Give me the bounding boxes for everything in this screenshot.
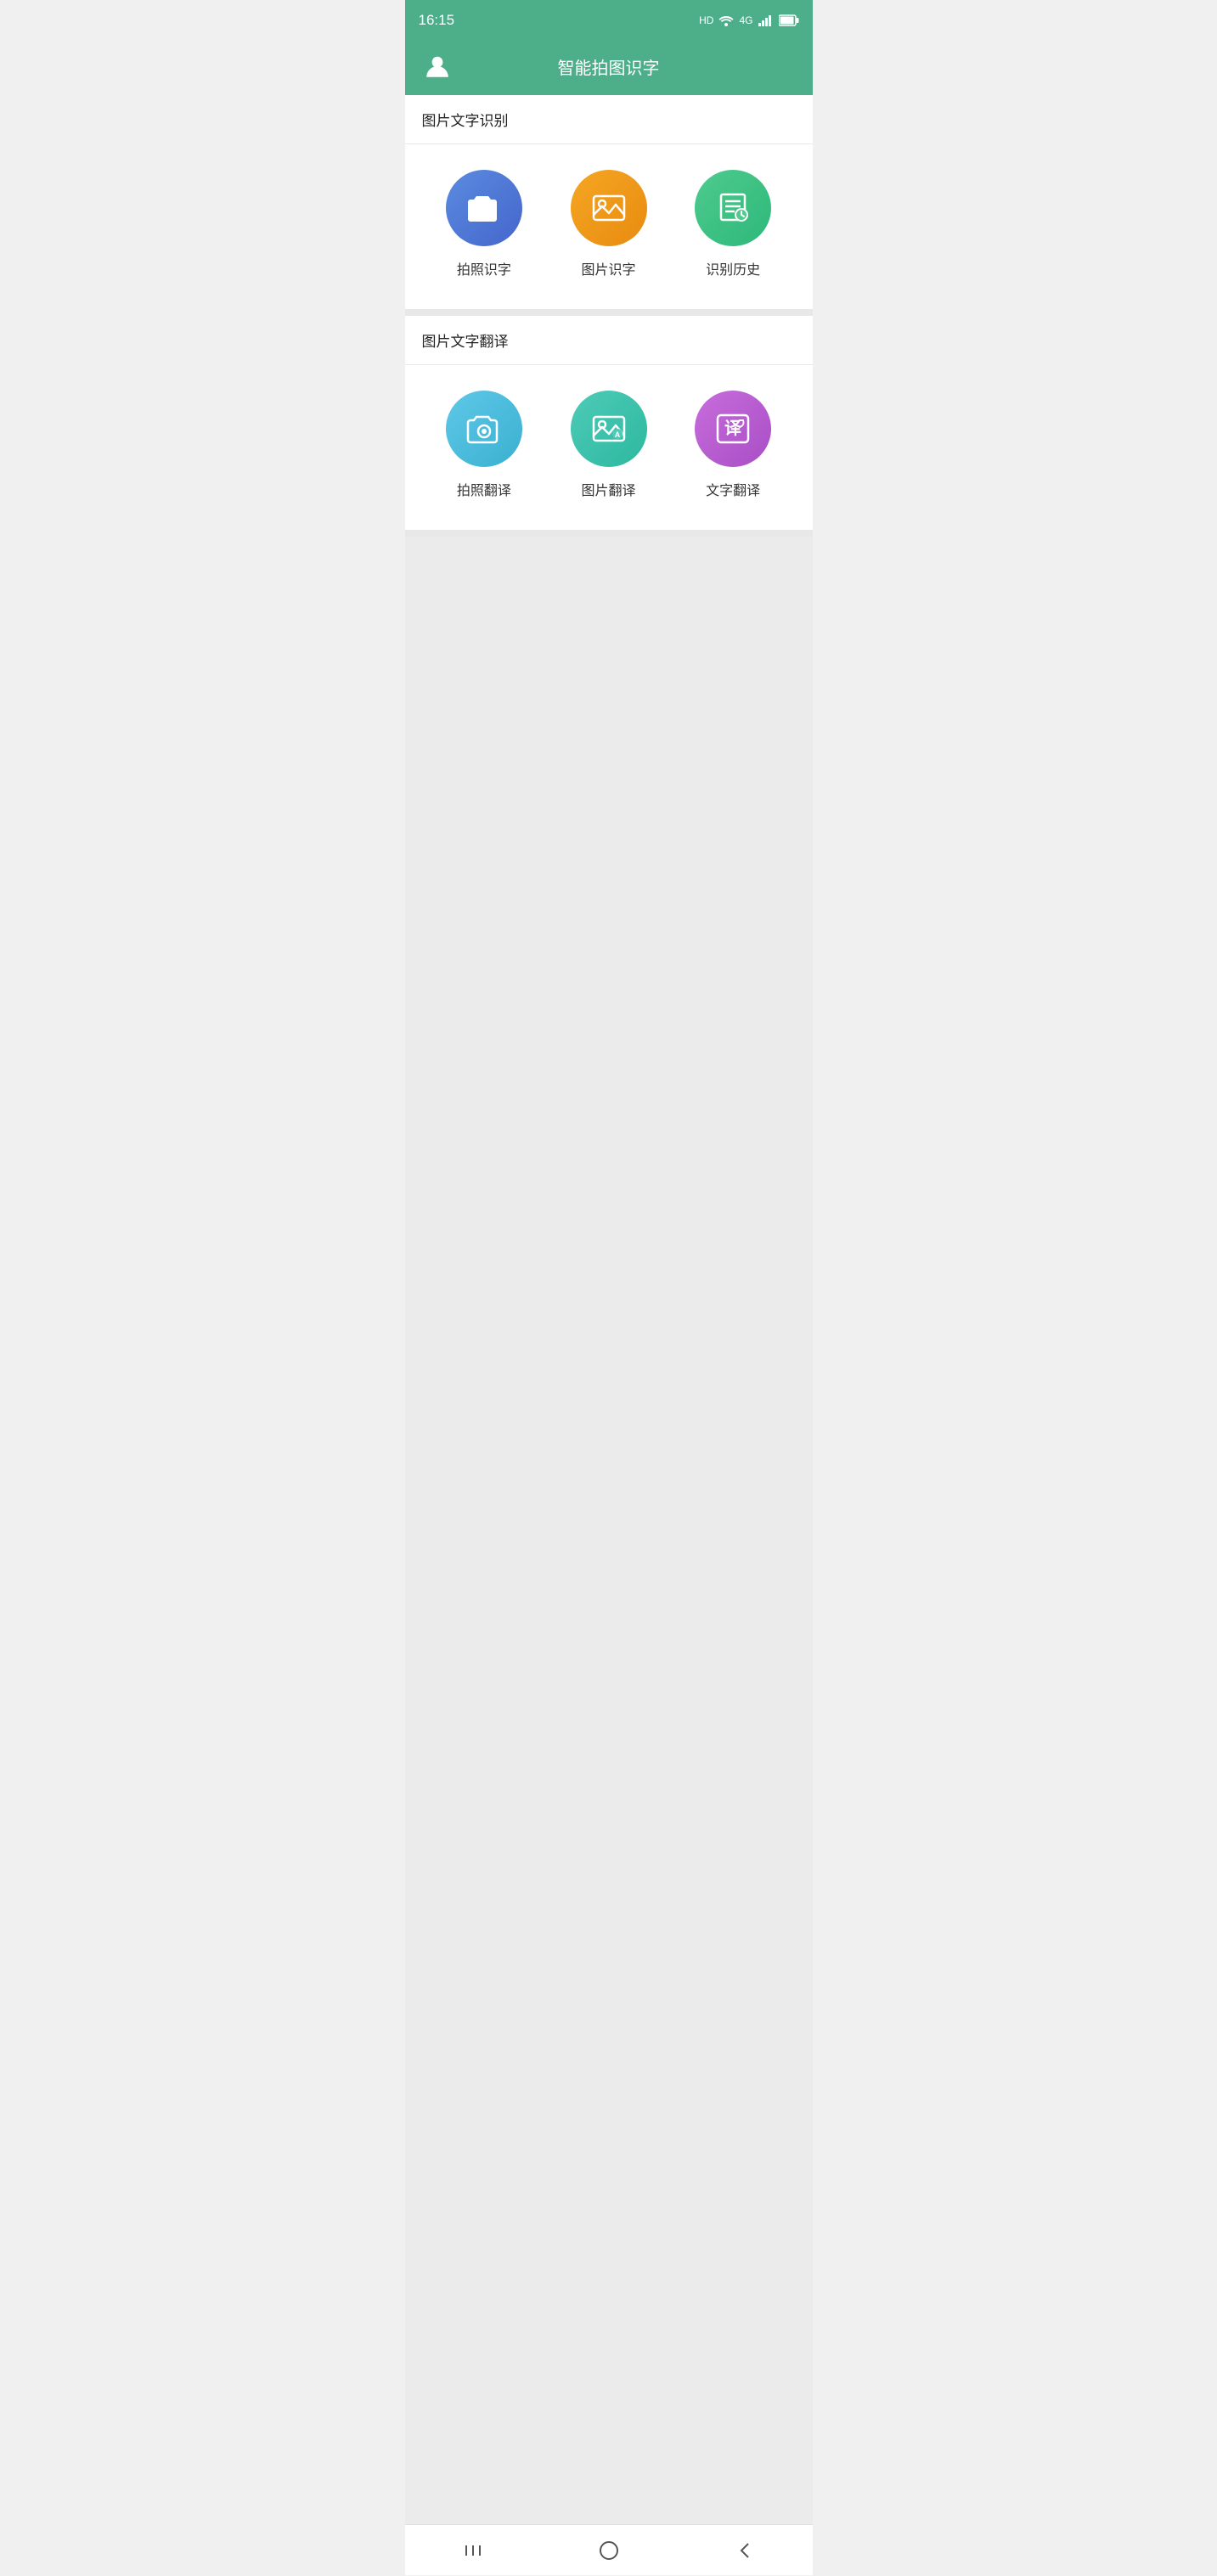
image-recognize-item[interactable]: 图片识字 [546, 170, 671, 278]
back-icon [733, 2539, 757, 2562]
text-translate-label: 文字翻译 [706, 479, 760, 499]
image-icon [589, 188, 629, 228]
header: 智能拍图识字 [405, 41, 813, 95]
section1-grid: 拍照识字 图片识字 [405, 144, 813, 316]
camera-blue-icon-circle [446, 170, 522, 246]
section2-grid: 拍照翻译 A 图片翻译 译 [405, 365, 813, 537]
status-time: 16:15 [419, 12, 455, 29]
status-bar: 16:15 HD 4G [405, 0, 813, 41]
bottom-nav [405, 2524, 813, 2575]
camera-teal-icon-circle [446, 391, 522, 467]
history-green-icon-circle [695, 170, 771, 246]
hd-label: HD [699, 14, 713, 26]
status-icons: HD 4G [699, 14, 798, 26]
image-recognize-label: 图片识字 [582, 258, 636, 278]
back-button[interactable] [719, 2525, 770, 2576]
history-icon [713, 188, 753, 228]
image-orange-icon-circle [571, 170, 647, 246]
svg-text:A: A [614, 430, 620, 439]
section1-label: 图片文字识别 [405, 95, 813, 144]
wifi-icon [718, 14, 734, 26]
image-teal2-icon-circle: A [571, 391, 647, 467]
page-title: 智能拍图识字 [558, 54, 660, 79]
history-label: 识别历史 [706, 258, 760, 278]
photo-recognize-item[interactable]: 拍照识字 [422, 170, 547, 278]
text-translate-item[interactable]: 译 文字翻译 [671, 391, 796, 499]
history-item[interactable]: 识别历史 [671, 170, 796, 278]
translate-purple-icon-circle: 译 [695, 391, 771, 467]
4g-label: 4G [739, 14, 752, 26]
camera-icon [464, 188, 504, 228]
recents-button[interactable] [448, 2525, 499, 2576]
image-translate-label: 图片翻译 [582, 479, 636, 499]
photo-recognize-label: 拍照识字 [457, 258, 511, 278]
svg-text:译: 译 [724, 419, 742, 438]
text-translate-icon: 译 [713, 408, 753, 449]
gray-area [405, 537, 813, 2524]
camera-translate-icon [464, 408, 504, 449]
signal-icon [758, 14, 774, 26]
battery-icon [779, 14, 799, 26]
image-translate-icon: A [589, 408, 629, 449]
photo-translate-label: 拍照翻译 [457, 479, 511, 499]
home-icon [597, 2539, 621, 2562]
recents-icon [461, 2539, 485, 2562]
user-icon [424, 53, 451, 80]
photo-translate-item[interactable]: 拍照翻译 [422, 391, 547, 499]
content-sections: 图片文字识别 拍照识字 图片识字 [405, 95, 813, 537]
home-button[interactable] [583, 2525, 634, 2576]
image-translate-item[interactable]: A 图片翻译 [546, 391, 671, 499]
section2-label: 图片文字翻译 [405, 316, 813, 365]
avatar-button[interactable] [422, 51, 453, 82]
